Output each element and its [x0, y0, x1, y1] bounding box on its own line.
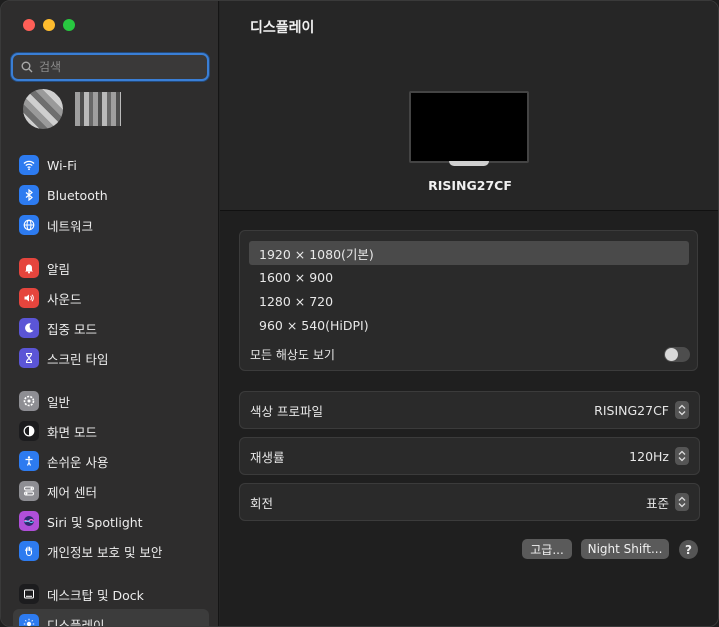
chevron-updown-icon[interactable]: [675, 447, 689, 465]
rotation-label: 회전: [250, 495, 274, 511]
bluetooth-icon: [19, 185, 39, 205]
sidebar-item[interactable]: Bluetooth: [13, 180, 209, 210]
gear-icon: [19, 391, 39, 411]
search-icon: [21, 61, 33, 73]
sidebar-item[interactable]: 개인정보 보호 및 보안: [13, 536, 209, 566]
show-all-resolutions-label: 모든 해상도 보기: [250, 347, 335, 362]
monitor-icon[interactable]: [409, 91, 529, 166]
moon-icon: [19, 318, 39, 338]
sidebar-item-label: 알림: [47, 261, 71, 277]
sidebar-group: Wi-Fi Bluetooth 네트워크: [13, 150, 209, 240]
show-all-resolutions-toggle[interactable]: [664, 346, 690, 362]
resolution-option[interactable]: 1280 × 720: [249, 289, 689, 313]
night-shift-button[interactable]: Night Shift...: [581, 539, 669, 559]
sidebar-item-label: 손쉬운 사용: [47, 454, 109, 470]
sidebar-item-label: Siri 및 Spotlight: [47, 514, 143, 530]
settings-window: Wi-Fi Bluetooth 네트워크알림사운드집중 모드스크린 타임일반화면 모…: [0, 0, 719, 627]
resolution-option[interactable]: 1920 × 1080(기본): [249, 241, 689, 265]
hourglass-icon: [19, 348, 39, 368]
speaker-icon: [19, 288, 39, 308]
sun-icon: [19, 614, 39, 626]
sidebar-item-label: 집중 모드: [47, 321, 97, 337]
color-profile-label: 색상 프로파일: [250, 403, 323, 419]
display-settings-pane: 디스플레이 RISING27CF 1920 × 1080(기본) 1600 × …: [220, 1, 718, 626]
appearance-icon: [19, 421, 39, 441]
sidebar-item-label: 개인정보 보호 및 보안: [47, 544, 163, 560]
rotation-value: 표준: [645, 495, 669, 511]
control-center-icon: [19, 481, 39, 501]
sidebar-group: 알림사운드집중 모드스크린 타임: [13, 253, 209, 373]
resolution-option[interactable]: 960 × 540(HiDPI): [249, 313, 689, 337]
help-button[interactable]: ?: [679, 540, 698, 559]
sidebar-item[interactable]: 데스크탑 및 Dock: [13, 579, 209, 609]
sidebar-item[interactable]: 손쉬운 사용: [13, 446, 209, 476]
page-title: 디스플레이: [250, 20, 315, 36]
sidebar-item[interactable]: 네트워크: [13, 210, 209, 240]
sidebar-item-label: 네트워크: [47, 218, 94, 234]
close-window-button[interactable]: [23, 19, 35, 31]
sidebar-item-label: 화면 모드: [47, 424, 97, 440]
wifi-icon: [19, 155, 39, 175]
resolution-list: 1920 × 1080(기본) 1600 × 900 1280 × 720 96…: [239, 230, 698, 371]
search-input[interactable]: [39, 60, 199, 74]
dock-icon: [19, 584, 39, 604]
sidebar-item-label: 데스크탑 및 Dock: [47, 587, 144, 603]
resolution-option[interactable]: 1600 × 900: [249, 265, 689, 289]
search-field[interactable]: [11, 53, 209, 81]
sidebar: Wi-Fi Bluetooth 네트워크알림사운드집중 모드스크린 타임일반화면 모…: [1, 1, 219, 627]
sidebar-group: 데스크탑 및 Dock 디스플레이: [13, 579, 209, 627]
sidebar-item-label: 스크린 타임: [47, 351, 109, 367]
zoom-window-button[interactable]: [63, 19, 75, 31]
sidebar-item[interactable]: 알림: [13, 253, 209, 283]
chevron-updown-icon[interactable]: [675, 493, 689, 511]
sidebar-item-label: Wi-Fi: [47, 157, 77, 173]
sidebar-item[interactable]: Siri 및 Spotlight: [13, 506, 209, 536]
hand-icon: [19, 541, 39, 561]
account-name-redacted: [75, 92, 121, 126]
sidebar-item[interactable]: 화면 모드: [13, 416, 209, 446]
sidebar-item[interactable]: 스크린 타임: [13, 343, 209, 373]
sidebar-item-label: 제어 센터: [47, 484, 97, 500]
sidebar-item[interactable]: 집중 모드: [13, 313, 209, 343]
show-all-resolutions-row: 모든 해상도 보기: [250, 345, 690, 363]
refresh-rate-value: 120Hz: [629, 448, 669, 464]
window-controls: [23, 19, 75, 31]
advanced-button[interactable]: 고급...: [522, 539, 572, 559]
network-globe-icon: [19, 215, 39, 235]
display-header: 디스플레이 RISING27CF: [220, 1, 718, 211]
monitor-name: RISING27CF: [428, 178, 512, 193]
sidebar-item-label: 디스플레이: [47, 617, 105, 627]
avatar: [23, 89, 63, 129]
chevron-updown-icon[interactable]: [675, 401, 689, 419]
apple-account[interactable]: [23, 89, 121, 129]
sidebar-item-label: Bluetooth: [47, 187, 108, 203]
siri-icon: [19, 511, 39, 531]
bell-icon: [19, 258, 39, 278]
sidebar-item[interactable]: 제어 센터: [13, 476, 209, 506]
sidebar-item[interactable]: 일반: [13, 386, 209, 416]
refresh-rate-label: 재생률: [250, 449, 285, 465]
sidebar-item-label: 사운드: [47, 291, 82, 307]
sidebar-item[interactable]: Wi-Fi: [13, 150, 209, 180]
sidebar-group: 일반화면 모드손쉬운 사용제어 센터 Siri 및 Spotlight 개인정보 보…: [13, 386, 209, 566]
accessibility-icon: [19, 451, 39, 471]
minimize-window-button[interactable]: [43, 19, 55, 31]
sidebar-item-label: 일반: [47, 394, 71, 410]
rotation-row[interactable]: 회전 표준: [239, 483, 700, 521]
color-profile-value: RISING27CF: [594, 402, 669, 418]
color-profile-row[interactable]: 색상 프로파일 RISING27CF: [239, 391, 700, 429]
sidebar-item[interactable]: 디스플레이: [13, 609, 209, 627]
refresh-rate-row[interactable]: 재생률 120Hz: [239, 437, 700, 475]
sidebar-item[interactable]: 사운드: [13, 283, 209, 313]
